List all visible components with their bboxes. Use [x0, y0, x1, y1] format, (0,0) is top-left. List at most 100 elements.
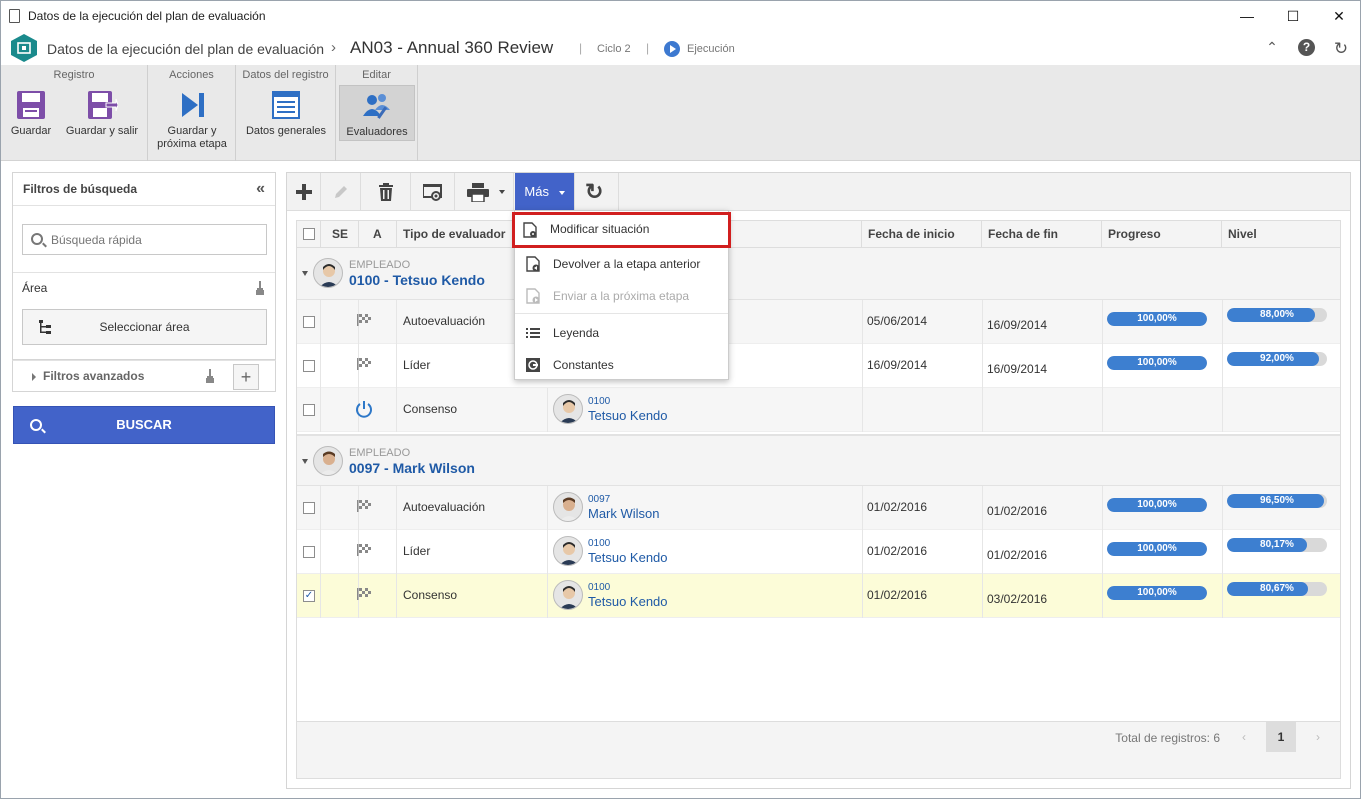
- menu-item-devolver[interactable]: Devolver a la etapa anterior: [515, 248, 728, 280]
- evaluators-label: Evaluadores: [346, 126, 408, 138]
- row-select: ✓: [297, 574, 321, 618]
- more-button[interactable]: Más: [515, 173, 575, 211]
- print-button[interactable]: [455, 173, 514, 211]
- col-progreso[interactable]: Progreso: [1102, 221, 1222, 248]
- progress-bar: 100,00%: [1107, 498, 1207, 512]
- col-divider: [1102, 486, 1103, 530]
- save-and-exit-button[interactable]: Guardar y salir: [61, 85, 143, 141]
- menu-item-constantes[interactable]: Constantes: [515, 349, 728, 381]
- table-row[interactable]: Líder 16/09/2014 16/09/2014 100,00% 92,0…: [297, 344, 1340, 388]
- employee-name[interactable]: 0100 - Tetsuo Kendo: [349, 272, 485, 288]
- search-button[interactable]: BUSCAR: [13, 406, 275, 444]
- row-checkbox[interactable]: [303, 360, 315, 372]
- group-caret-icon[interactable]: [302, 271, 308, 276]
- next-page-button[interactable]: ›: [1303, 722, 1333, 752]
- clear-filter-icon[interactable]: [255, 281, 265, 295]
- employee-name[interactable]: 0097 - Mark Wilson: [349, 460, 475, 476]
- col-divider: [982, 486, 983, 530]
- col-divider: [547, 574, 548, 618]
- row-checkbox[interactable]: [303, 546, 315, 558]
- collapse-up-icon[interactable]: ⌃: [1263, 39, 1281, 57]
- level-value: 96,50%: [1260, 495, 1294, 506]
- advanced-filters-label: Filtros avanzados: [43, 369, 145, 383]
- evaluator-type: Líder: [403, 358, 431, 372]
- se-cell: [321, 574, 371, 618]
- help-icon[interactable]: ?: [1298, 39, 1315, 56]
- col-nivel[interactable]: Nivel: [1222, 221, 1340, 248]
- row-checkbox-checked[interactable]: ✓: [303, 590, 315, 602]
- form-icon: [272, 91, 300, 119]
- page-number[interactable]: 1: [1266, 722, 1296, 752]
- a-cell: [359, 300, 397, 344]
- employee-group-header[interactable]: EMPLEADO 0097 - Mark Wilson: [297, 434, 1340, 486]
- col-a[interactable]: A: [359, 221, 397, 248]
- col-se[interactable]: SE: [321, 221, 359, 248]
- menu-item-label: Devolver a la etapa anterior: [553, 257, 701, 271]
- add-filter-button[interactable]: +: [233, 364, 259, 390]
- quick-search-input[interactable]: [51, 231, 251, 249]
- table-row[interactable]: Líder 0100 Tetsuo Kendo 01/02/2016 01/02…: [297, 530, 1340, 574]
- evaluator-name[interactable]: Mark Wilson: [588, 506, 660, 521]
- refresh-button[interactable]: ↻: [575, 173, 619, 211]
- row-checkbox[interactable]: [303, 316, 315, 328]
- col-divider: [1222, 530, 1223, 574]
- grid-footer: Total de registros: 6 ‹ 1 ›: [297, 721, 1340, 778]
- group-label: Registro: [53, 69, 95, 81]
- delete-button[interactable]: [361, 173, 411, 211]
- col-fecha-inicio[interactable]: Fecha de inicio: [862, 221, 982, 248]
- table-row-selected[interactable]: ✓ Consenso 0100 Tetsuo Kendo 01/02/2016 …: [297, 574, 1340, 618]
- row-checkbox[interactable]: [303, 404, 315, 416]
- pencil-icon: [335, 186, 347, 198]
- evaluator-avatar: [553, 536, 583, 566]
- col-divider: [1222, 300, 1223, 344]
- evaluator-name[interactable]: Tetsuo Kendo: [588, 408, 668, 423]
- row-checkbox[interactable]: [303, 502, 315, 514]
- play-status-icon: [664, 41, 680, 57]
- table-row[interactable]: Autoevaluación 05/06/2014 16/09/2014 100…: [297, 300, 1340, 344]
- group-label: Datos del registro: [242, 69, 329, 81]
- table-row[interactable]: Consenso 0100 Tetsuo Kendo: [297, 388, 1340, 432]
- evaluators-button[interactable]: Evaluadores: [339, 85, 415, 141]
- select-area-button[interactable]: Seleccionar área: [22, 309, 267, 345]
- advanced-filters-toggle[interactable]: Filtros avanzados +: [12, 360, 276, 392]
- evaluator-name[interactable]: Tetsuo Kendo: [588, 550, 668, 565]
- quick-search-field[interactable]: [22, 224, 267, 255]
- save-and-exit-label: Guardar y salir: [65, 125, 139, 137]
- collapse-panel-icon[interactable]: «: [256, 180, 265, 198]
- save-and-next-stage-button[interactable]: Guardar y próxima etapa: [152, 85, 232, 150]
- table-row[interactable]: Autoevaluación 0097 Mark Wilson 01/02/20…: [297, 486, 1340, 530]
- close-window-button[interactable]: ✕: [1316, 5, 1360, 27]
- group-caret-icon[interactable]: [302, 459, 308, 464]
- employee-group-header[interactable]: EMPLEADO 0100 - Tetsuo Kendo: [297, 248, 1340, 300]
- col-divider: [862, 388, 863, 432]
- header-divider: |: [579, 41, 583, 55]
- record-title: AN03 - Annual 360 Review: [350, 38, 554, 57]
- minimize-button[interactable]: —: [1224, 5, 1270, 27]
- col-divider: [862, 486, 863, 530]
- row-select: [297, 530, 321, 574]
- status-label: Ejecución: [687, 43, 735, 55]
- group-label: Editar: [362, 69, 391, 81]
- prev-page-button[interactable]: ‹: [1229, 722, 1259, 752]
- select-all-checkbox[interactable]: [303, 228, 315, 240]
- save-button[interactable]: Guardar: [5, 85, 57, 141]
- evaluator-name[interactable]: Tetsuo Kendo: [588, 594, 668, 609]
- refresh-page-icon[interactable]: ↻: [1332, 39, 1350, 58]
- menu-item-leyenda[interactable]: Leyenda: [515, 317, 728, 349]
- window-title: Datos de la ejecución del plan de evalua…: [28, 9, 266, 23]
- edit-button[interactable]: [321, 173, 361, 211]
- add-button[interactable]: [287, 173, 321, 211]
- employee-label: EMPLEADO: [349, 447, 411, 459]
- menu-item-modificar-situacion[interactable]: Modificar situación: [512, 212, 731, 248]
- col-fecha-fin[interactable]: Fecha de fin: [982, 221, 1102, 248]
- col-divider: [982, 300, 983, 344]
- dropdown-arrow-icon[interactable]: [499, 190, 505, 194]
- view-button[interactable]: [411, 173, 455, 211]
- clear-advanced-icon[interactable]: [205, 369, 215, 383]
- evaluator-type: Consenso: [403, 588, 458, 602]
- maximize-button[interactable]: ☐: [1270, 5, 1316, 27]
- end-date: 03/02/2016: [987, 592, 1048, 606]
- general-data-button[interactable]: Datos generales: [242, 85, 330, 141]
- breadcrumb-root[interactable]: Datos de la ejecución del plan de evalua…: [47, 41, 324, 57]
- col-divider: [1102, 530, 1103, 574]
